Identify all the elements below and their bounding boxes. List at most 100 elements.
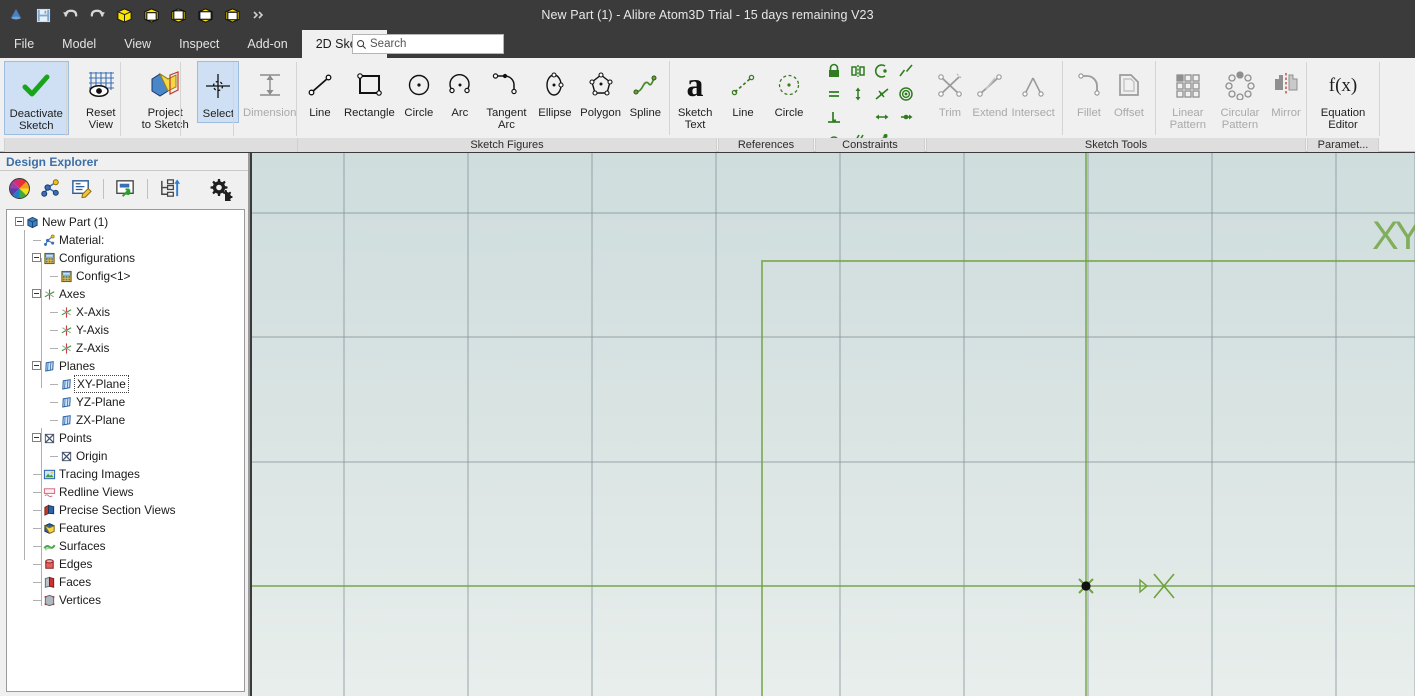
ribbon-group-parametrics: f(x) Equation Editor Paramet... xyxy=(1307,58,1379,152)
dimension-button[interactable]: Dimension xyxy=(239,61,300,121)
ellipse-button[interactable]: Ellipse xyxy=(533,61,577,121)
arc-button[interactable]: Arc xyxy=(440,61,480,121)
tree-item[interactable]: Redline Views xyxy=(7,483,244,501)
tree-item[interactable]: Points xyxy=(7,429,244,447)
concentric-constraint-icon[interactable] xyxy=(874,63,890,84)
lock-constraint-icon[interactable] xyxy=(826,63,842,84)
tree-item[interactable]: Config<1> xyxy=(7,267,244,285)
sketch-canvas[interactable]: XY xyxy=(252,153,1415,696)
intersect-button[interactable]: Intersect xyxy=(1010,61,1056,121)
polygon-button[interactable]: Polygon xyxy=(577,61,625,121)
ellipse-icon xyxy=(541,65,569,105)
tree-item[interactable]: Vertices xyxy=(7,591,244,609)
sketch-text-button[interactable]: a Sketch Text xyxy=(673,61,717,133)
menu-item-addon[interactable]: Add-on xyxy=(233,30,301,58)
ribbon-group-sketch-tools: Trim Extend Intersect Fillet Offset Line… xyxy=(926,58,1306,152)
project-to-sketch-button[interactable]: Project to Sketch xyxy=(133,61,197,133)
arc-icon xyxy=(445,65,475,105)
symmetric-constraint-icon[interactable] xyxy=(850,63,866,84)
spline-button[interactable]: Spline xyxy=(624,61,666,121)
tree-item[interactable]: Origin xyxy=(7,447,244,465)
spline-label: Spline xyxy=(629,107,662,119)
view-top-icon[interactable] xyxy=(166,3,190,27)
overflow-chevron-icon[interactable] xyxy=(247,3,271,27)
select-label: Select xyxy=(202,108,235,120)
view-iso-icon[interactable] xyxy=(112,3,136,27)
tree-item[interactable]: Material: xyxy=(7,231,244,249)
extend-button[interactable]: Extend xyxy=(970,61,1010,121)
crosshair-icon xyxy=(203,66,233,106)
material-node-icon[interactable] xyxy=(37,175,64,202)
faces-icon xyxy=(42,574,56,590)
tree-branch-line xyxy=(49,339,59,357)
tree-item[interactable]: XY-Plane xyxy=(7,375,244,393)
circle-button[interactable]: Circle xyxy=(398,61,440,121)
menu-item-file[interactable]: File xyxy=(0,30,48,58)
horizontal-constraint-icon[interactable] xyxy=(874,109,890,130)
tree-item[interactable]: New Part (1) xyxy=(7,213,244,231)
view-right-icon[interactable] xyxy=(193,3,217,27)
tree-connector xyxy=(24,230,25,560)
tree-item[interactable]: Axes xyxy=(7,285,244,303)
gears-settings-icon[interactable] xyxy=(207,175,234,202)
tree-item[interactable]: Configurations xyxy=(7,249,244,267)
tree-item[interactable]: Faces xyxy=(7,573,244,591)
tangent-arc-button[interactable]: Tangent Arc xyxy=(480,61,533,133)
tree-item[interactable]: Features xyxy=(7,519,244,537)
trim-button[interactable]: Trim xyxy=(930,61,970,121)
project-icon xyxy=(148,65,182,105)
line-button[interactable]: Line xyxy=(299,61,341,121)
redo-icon[interactable] xyxy=(85,3,109,27)
coincident-constraint-icon[interactable] xyxy=(898,86,914,107)
tangent-constraint-icon[interactable] xyxy=(874,86,890,107)
deactivate-sketch-button[interactable]: Deactivate Sketch xyxy=(4,61,69,135)
collinear-constraint-icon[interactable] xyxy=(898,63,914,84)
ribbon-group-sketch-tools-label: Sketch Tools xyxy=(926,138,1306,152)
tree-item[interactable]: Tracing Images xyxy=(7,465,244,483)
undo-icon[interactable] xyxy=(58,3,82,27)
view-shade-icon[interactable] xyxy=(220,3,244,27)
rectangle-button[interactable]: Rectangle xyxy=(341,61,398,121)
perpendicular-constraint-icon[interactable] xyxy=(826,109,842,130)
fillet-button[interactable]: Fillet xyxy=(1069,61,1109,121)
reference-circle-button[interactable]: Circle xyxy=(766,61,812,121)
tree-item[interactable]: Planes xyxy=(7,357,244,375)
save-icon[interactable] xyxy=(31,3,55,27)
equation-editor-button[interactable]: f(x) Equation Editor xyxy=(1309,61,1377,133)
sketch-text-label: Sketch Text xyxy=(677,107,713,131)
menu-item-view[interactable]: View xyxy=(110,30,165,58)
tree-item[interactable]: YZ-Plane xyxy=(7,393,244,411)
tree-item[interactable]: Precise Section Views xyxy=(7,501,244,519)
midpoint-constraint-icon[interactable] xyxy=(898,109,914,130)
circular-pattern-button[interactable]: Circular Pattern xyxy=(1214,61,1266,133)
export-note-icon[interactable] xyxy=(112,175,139,202)
menu-item-inspect[interactable]: Inspect xyxy=(165,30,233,58)
tree-item[interactable]: X-Axis xyxy=(7,303,244,321)
tree-expander-icon[interactable] xyxy=(15,213,25,231)
tree-item-label: Redline Views xyxy=(59,485,134,499)
tree-item[interactable]: Surfaces xyxy=(7,537,244,555)
tree-item[interactable]: ZX-Plane xyxy=(7,411,244,429)
fillet-label: Fillet xyxy=(1077,107,1101,119)
equal-constraint-icon[interactable] xyxy=(826,86,842,107)
sketch-viewport[interactable]: XY xyxy=(252,153,1415,696)
offset-button[interactable]: Offset xyxy=(1109,61,1149,121)
tree-sort-icon[interactable] xyxy=(156,175,183,202)
tree-item[interactable]: Y-Axis xyxy=(7,321,244,339)
view-front-icon[interactable] xyxy=(139,3,163,27)
linear-pattern-button[interactable]: Linear Pattern xyxy=(1162,61,1214,133)
design-explorer-tree[interactable]: New Part (1) Material: Configurations Confi… xyxy=(6,209,245,692)
menu-item-model[interactable]: Model xyxy=(48,30,110,58)
alibre-logo-icon[interactable] xyxy=(4,3,28,27)
reference-line-button[interactable]: Line xyxy=(720,61,766,121)
search-input[interactable] xyxy=(370,38,495,50)
vertical-constraint-icon[interactable] xyxy=(850,86,866,107)
color-wheel-icon[interactable] xyxy=(6,175,33,202)
notes-edit-icon[interactable] xyxy=(68,175,95,202)
tree-item[interactable]: Edges xyxy=(7,555,244,573)
reset-view-button[interactable]: Reset View xyxy=(69,61,133,133)
arc-label: Arc xyxy=(451,107,469,119)
search-box[interactable] xyxy=(352,34,504,54)
tree-item[interactable]: Z-Axis xyxy=(7,339,244,357)
mirror-button[interactable]: Mirror xyxy=(1266,61,1306,121)
